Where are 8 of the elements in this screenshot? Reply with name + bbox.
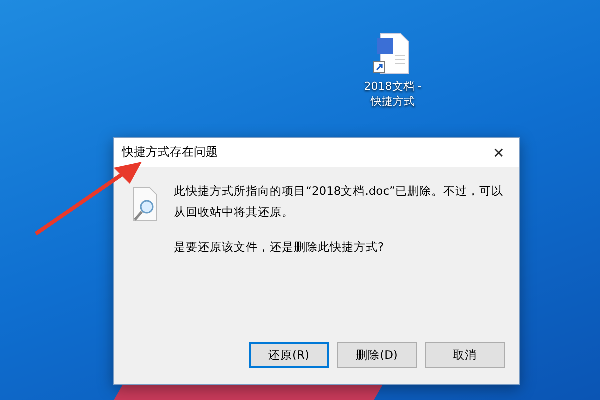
dialog-button[interactable]: 删除(D) (337, 342, 417, 368)
window-title: 快捷方式存在问题 (122, 144, 218, 161)
dialog-button[interactable]: 取消 (425, 342, 505, 368)
dialog-button[interactable]: 还原(R) (249, 342, 329, 368)
close-button[interactable]: ✕ (479, 138, 519, 167)
question-text: 是要还原该文件，还是删除此快捷方式? (174, 239, 386, 256)
desktop-icon-label: 2018文档 - 快捷方式 (363, 80, 423, 110)
message-text: 此快捷方式所指向的项目“2018文档.doc”已删除。不过，可以从回收站中将其还原。 (174, 183, 504, 221)
